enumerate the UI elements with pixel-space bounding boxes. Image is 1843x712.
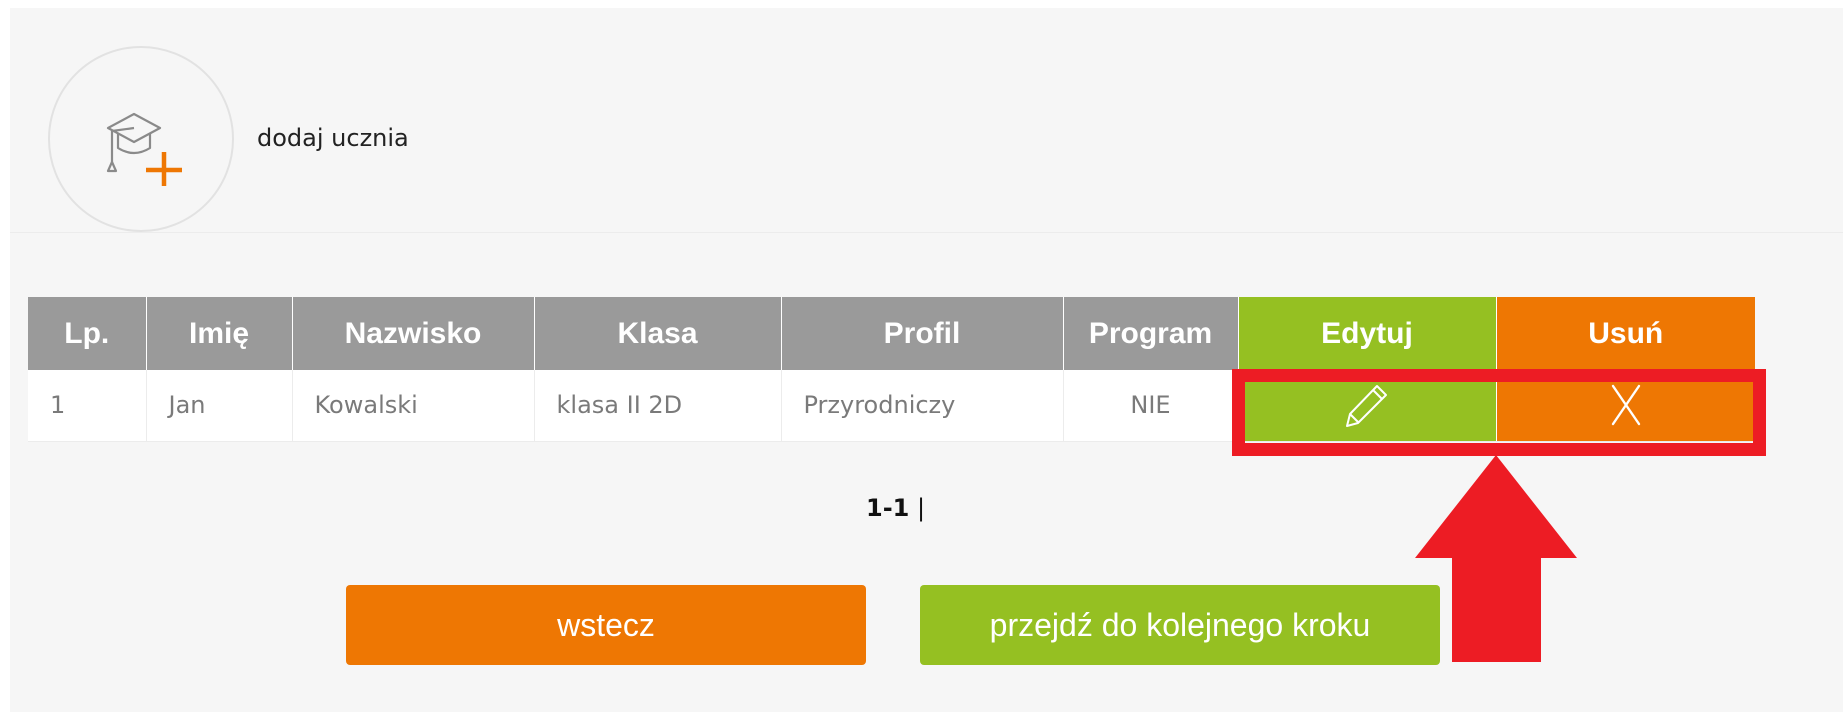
section-divider [10,232,1843,233]
table-row: 1 Jan Kowalski klasa II 2D Przyrodniczy … [28,370,1756,442]
col-header-edytuj: Edytuj [1238,297,1497,370]
col-header-imie: Imię [146,297,293,370]
pagination-separator: | [917,494,926,522]
col-header-program: Program [1063,297,1239,370]
col-header-klasa: Klasa [534,297,782,370]
pagination: 1-1 | [866,494,925,522]
cell-nazwisko: Kowalski [292,370,535,442]
col-header-nazwisko: Nazwisko [292,297,535,370]
table-header-row: Lp. Imię Nazwisko Klasa Profil Program E… [28,297,1755,370]
pencil-icon [1346,385,1387,428]
pagination-range: 1-1 [866,494,910,522]
col-header-usun: Usuń [1496,297,1755,370]
graduation-cap-plus-icon [106,112,182,186]
col-header-profil: Profil [781,297,1064,370]
cell-profil: Przyrodniczy [781,370,1064,442]
cell-imie: Jan [146,370,293,442]
delete-button[interactable] [1496,370,1756,442]
close-x-icon [1611,385,1640,426]
add-student-label[interactable]: dodaj ucznia [257,124,409,152]
cell-klasa: klasa II 2D [534,370,782,442]
edit-button[interactable] [1238,370,1497,442]
back-button[interactable]: wstecz [346,585,866,665]
students-table: Lp. Imię Nazwisko Klasa Profil Program E… [28,297,1756,442]
next-step-button[interactable]: przejdź do kolejnego kroku [920,585,1440,665]
cell-lp: 1 [28,370,147,442]
cell-program: NIE [1063,370,1239,442]
col-header-lp: Lp. [28,297,147,370]
add-student-button[interactable] [48,46,234,232]
